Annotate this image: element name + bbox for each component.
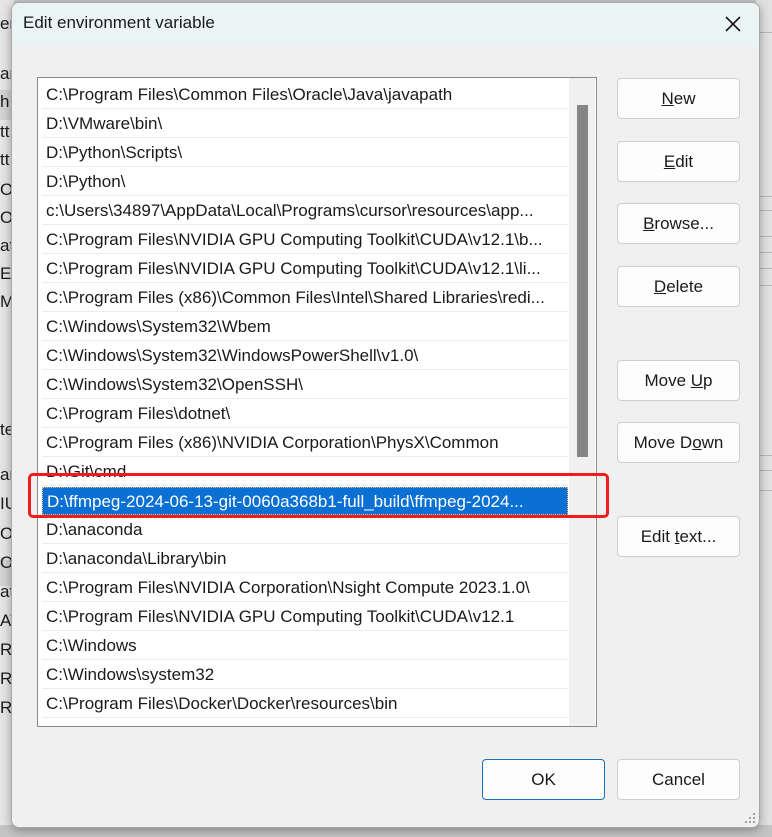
path-entries-list[interactable]: C:\Program Files\Common Files\Oracle\Jav…: [37, 77, 597, 727]
path-entry[interactable]: C:\Windows\system32: [42, 661, 568, 689]
path-entry[interactable]: c:\Users\34897\AppData\Local\Programs\cu…: [42, 197, 568, 225]
edit-environment-variable-dialog: Edit environment variable C:\Program Fil…: [11, 2, 760, 828]
edit-button[interactable]: Edit: [617, 141, 740, 182]
path-entry[interactable]: C:\Windows\System32\OpenSSH\: [42, 371, 568, 399]
path-entry[interactable]: C:\Program Files (x86)\Common Files\Inte…: [42, 284, 568, 312]
dialog-title: Edit environment variable: [23, 13, 215, 32]
resize-grip-icon[interactable]: [744, 812, 756, 824]
move-up-button[interactable]: Move Up: [617, 360, 740, 401]
move-down-button[interactable]: Move Do wn: [617, 422, 740, 463]
path-entry[interactable]: D:\Git\cmd: [42, 458, 568, 486]
path-entry[interactable]: C:\Windows\System32\WindowsPowerShell\v1…: [42, 342, 568, 370]
close-icon: [725, 16, 741, 32]
new-button[interactable]: New: [617, 78, 740, 119]
close-button[interactable]: [713, 5, 753, 43]
path-entry[interactable]: D:\VMware\bin\: [42, 110, 568, 138]
title-bar[interactable]: Edit environment variable: [12, 3, 759, 46]
ok-button[interactable]: OK: [482, 759, 605, 800]
delete-button[interactable]: Delete: [617, 266, 740, 307]
path-entry[interactable]: C:\Windows: [42, 632, 568, 660]
path-entry[interactable]: C:\Program Files\Docker\Docker\resources…: [42, 690, 568, 718]
path-entry[interactable]: C:\Program Files (x86)\NVIDIA Corporatio…: [42, 429, 568, 457]
edit-text-button[interactable]: Edit t ext...: [617, 516, 740, 557]
browse-button[interactable]: Browse...: [617, 203, 740, 244]
path-entry-selected[interactable]: D:\ffmpeg-2024-06-13-git-0060a368b1-full…: [42, 487, 568, 515]
vertical-scrollbar[interactable]: [569, 78, 595, 726]
path-entry[interactable]: C:\Program Files\NVIDIA GPU Computing To…: [42, 603, 568, 631]
path-entry[interactable]: D:\anaconda: [42, 516, 568, 544]
path-entry[interactable]: C:\Program Files\NVIDIA GPU Computing To…: [42, 226, 568, 254]
path-entry[interactable]: C:\Program Files\Common Files\Oracle\Jav…: [42, 81, 568, 109]
path-entry[interactable]: D:\anaconda\Library\bin: [42, 545, 568, 573]
path-entry[interactable]: C:\Program Files\NVIDIA Corporation\Nsig…: [42, 574, 568, 602]
path-entry[interactable]: C:\Program Files\dotnet\: [42, 400, 568, 428]
path-entry[interactable]: C:\Program Files\NVIDIA GPU Computing To…: [42, 255, 568, 283]
path-entry[interactable]: D:\Python\Scripts\: [42, 139, 568, 167]
scrollbar-thumb[interactable]: [577, 105, 588, 457]
path-entry[interactable]: D:\Python\: [42, 168, 568, 196]
path-entry[interactable]: C:\Windows\System32\Wbem: [42, 313, 568, 341]
cancel-button[interactable]: Cancel: [617, 759, 740, 800]
